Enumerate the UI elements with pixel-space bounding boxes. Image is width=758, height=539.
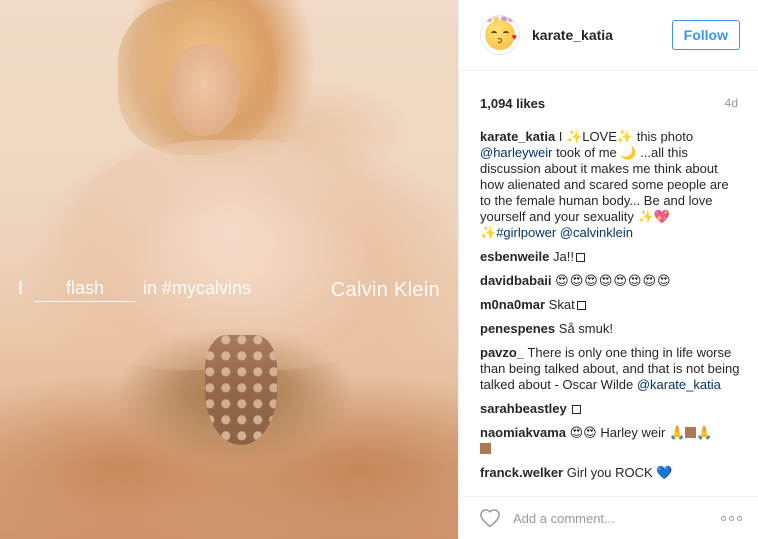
kissing-face-flower-crown-icon[interactable]: ♥ <box>480 15 520 55</box>
comment-footer <box>459 496 758 539</box>
comments-list: karate_katia I ✨LOVE✨ this photo @harley… <box>459 118 758 481</box>
mention-link[interactable]: @karate_katia <box>637 377 721 392</box>
missing-glyph-icon <box>576 301 586 310</box>
caption-text: took of me <box>552 145 621 160</box>
comment-item: naomiakvama 😍😍 Harley weir 🙏 🙏 <box>480 425 740 457</box>
heart-outline-icon[interactable] <box>479 508 501 528</box>
sparkles-icon: ✨ <box>480 225 497 240</box>
comment-item: penespenes Så smuk! <box>480 321 740 337</box>
comment-item: pavzo_ There is only one thing in life w… <box>480 345 740 393</box>
follow-button[interactable]: Follow <box>671 20 740 50</box>
caption-text: LOVE <box>582 129 617 144</box>
skin-tone-icon <box>685 427 697 438</box>
caption-username[interactable]: karate_katia <box>480 129 555 144</box>
likes-count[interactable]: 1,094 likes <box>480 96 545 111</box>
post-side-panel: ♥ karate_katia Follow 1,094 likes 4d kar… <box>458 0 758 539</box>
overlay-hashtag: in #mycalvins <box>143 278 252 298</box>
comment-text: Girl you ROCK <box>566 465 653 480</box>
comment-item: m0na0mar Skat <box>480 297 740 313</box>
blue-heart-icon: 💙 <box>656 465 673 480</box>
overlay-prefix: I <box>18 278 24 298</box>
overlay-brand: Calvin Klein <box>330 279 440 301</box>
caption-text: this photo <box>633 129 694 144</box>
overlay-tagline: I flash in #mycalvins <box>18 278 251 302</box>
missing-glyph-icon <box>572 405 582 414</box>
comment-item: esbenweile Ja!! <box>480 249 740 265</box>
comment-item: davidbabaii 😍😍😍😍😍😍😍😍 <box>480 273 740 289</box>
post-photo[interactable]: I flash in #mycalvins Calvin Klein <box>0 0 458 539</box>
comment-text: Harley weir <box>596 425 669 440</box>
missing-glyph-icon <box>575 253 585 262</box>
photo-face <box>168 44 240 136</box>
comment-username[interactable]: naomiakvama <box>480 425 566 440</box>
heart-eyes-emoji-icon: 😍😍😍😍😍😍😍😍 <box>555 273 672 288</box>
comment-item: franck.welker Girl you ROCK 💙 <box>480 465 740 481</box>
add-comment-input[interactable] <box>513 510 721 526</box>
comment-text: Skat <box>548 297 575 312</box>
comment-username[interactable]: davidbabaii <box>480 273 552 288</box>
skin-tone-icon <box>480 443 491 454</box>
post-timestamp[interactable]: 4d <box>725 96 738 110</box>
comment-username[interactable]: esbenweile <box>480 249 549 264</box>
more-options-icon[interactable] <box>721 515 742 521</box>
header-username[interactable]: karate_katia <box>532 27 672 43</box>
comment-username[interactable]: sarahbeastley <box>480 401 567 416</box>
hashtag-link[interactable]: #girlpower <box>496 225 556 240</box>
sparkles-icon: ✨ <box>637 209 654 224</box>
crescent-moon-icon: 🌙 <box>620 145 637 160</box>
post-header: ♥ karate_katia Follow <box>459 0 758 71</box>
heart-eyes-emoji-icon: 😍😍 <box>569 425 597 440</box>
sparkling-heart-icon: 💖 <box>653 209 670 224</box>
post-caption: karate_katia I ✨LOVE✨ this photo @harley… <box>480 129 740 241</box>
praying-hands-icon: 🙏 <box>668 425 686 440</box>
sparkles-icon: ✨ <box>566 129 583 144</box>
comment-text: Ja!! <box>553 249 574 264</box>
mention-link[interactable]: @calvinklein <box>560 225 633 240</box>
comment-username[interactable]: penespenes <box>480 321 555 336</box>
kissing-face-icon: ♥ <box>485 20 517 50</box>
post-stats: 1,094 likes 4d <box>459 71 758 118</box>
photo-overlay-text: I flash in #mycalvins Calvin Klein <box>18 278 440 302</box>
comment-username[interactable]: m0na0mar <box>480 297 545 312</box>
comment-username[interactable]: pavzo_ <box>480 345 524 360</box>
overlay-blank-word: flash <box>35 278 136 302</box>
mention-link[interactable]: @harleyweir <box>480 145 552 160</box>
caption-text: I <box>558 129 567 144</box>
comment-username[interactable]: franck.welker <box>480 465 563 480</box>
photo-underwear <box>205 335 277 445</box>
comment-text: Så smuk! <box>558 321 613 336</box>
praying-hands-icon: 🙏 <box>696 425 713 440</box>
comment-item: sarahbeastley <box>480 401 740 417</box>
sparkles-icon: ✨ <box>616 129 634 144</box>
